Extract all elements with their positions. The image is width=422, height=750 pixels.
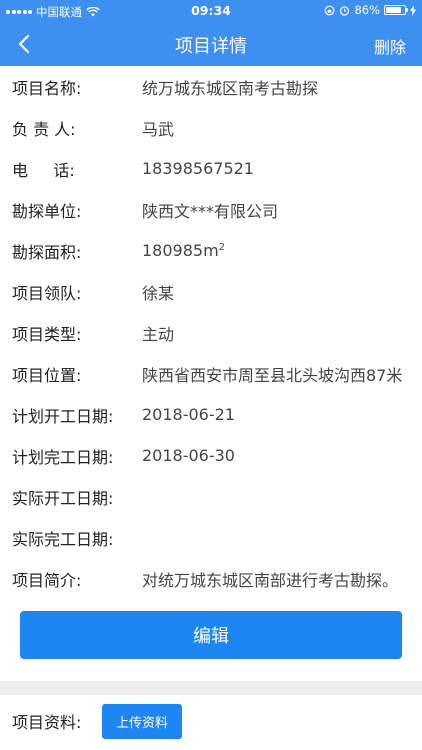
materials-row: 项目资料: 上传资料 (0, 699, 422, 743)
detail-row-unit: 勘探单位: 陕西文***有限公司 (12, 189, 410, 230)
phone-label: 电 话: (12, 160, 75, 180)
detail-row-team: 项目领队: 徐某 (12, 271, 410, 312)
plan-end-value: 2018-06-30 (142, 446, 235, 465)
detail-row-plan-end: 计划完工日期: 2018-06-30 (12, 435, 410, 476)
charging-icon (410, 4, 416, 16)
intro-value: 对统万城东城区南部进行考古勘探。 (142, 570, 399, 590)
plan-start-value: 2018-06-21 (142, 405, 235, 424)
edit-wrap: 编辑 (0, 611, 422, 659)
area-label: 勘探面积: (12, 242, 82, 262)
team-value: 徐某 (142, 283, 175, 303)
area-superscript: 2 (218, 242, 226, 253)
top-bar: 中国联通 09:34 86% 项目详情 删除 (0, 0, 422, 66)
detail-row-location: 项目位置: 陕西省西安市周至县北头坡沟西87米 (12, 353, 410, 394)
status-bar: 中国联通 09:34 86% (0, 0, 422, 22)
area-value: 180985m2 (142, 241, 225, 260)
materials-label: 项目资料: (12, 713, 82, 732)
location-value: 陕西省西安市周至县北头坡沟西87米 (142, 365, 403, 385)
detail-row-area: 勘探面积: 180985m2 (12, 230, 410, 271)
plan-start-label: 计划开工日期: (12, 406, 114, 426)
name-value: 统万城东城区南考古勘探 (142, 78, 319, 98)
status-right: 86% (324, 3, 416, 17)
actual-end-label: 实际完工日期: (12, 529, 114, 549)
actual-start-label: 实际开工日期: (12, 488, 114, 508)
section-divider (0, 681, 422, 695)
plan-end-label: 计划完工日期: (12, 447, 114, 467)
battery-percent: 86% (354, 3, 380, 17)
detail-row-phone: 电 话: 18398567521 (12, 148, 410, 189)
unit-label: 勘探单位: (12, 201, 82, 221)
rotation-lock-icon (325, 5, 335, 15)
edit-button[interactable]: 编辑 (20, 611, 402, 659)
battery-icon (384, 5, 408, 15)
detail-row-leader: 负 责 人: 马武 (12, 107, 410, 148)
phone-value[interactable]: 18398567521 (142, 159, 254, 178)
nav-bar: 项目详情 删除 (0, 22, 422, 66)
detail-row-intro: 项目简介: 对统万城东城区南部进行考古勘探。 (12, 558, 410, 599)
page-title: 项目详情 (175, 36, 247, 57)
detail-row-plan-start: 计划开工日期: 2018-06-21 (12, 394, 410, 435)
detail-row-type: 项目类型: 主动 (12, 312, 410, 353)
upload-materials-button[interactable]: 上传资料 (102, 703, 183, 739)
type-value: 主动 (142, 324, 175, 344)
name-label: 项目名称: (12, 78, 82, 98)
project-details: 项目名称: 统万城东城区南考古勘探 负 责 人: 马武 电 话: 1839856… (0, 66, 422, 599)
area-number: 180985m (142, 241, 219, 260)
unit-value: 陕西文***有限公司 (142, 201, 279, 221)
delete-button[interactable]: 删除 (374, 34, 406, 58)
detail-row-actual-end: 实际完工日期: (12, 517, 410, 558)
type-label: 项目类型: (12, 324, 82, 344)
leader-label: 负 责 人: (12, 119, 76, 139)
leader-value: 马武 (142, 119, 175, 139)
intro-label: 项目简介: (12, 570, 82, 590)
alarm-icon (340, 5, 350, 16)
location-label: 项目位置: (12, 365, 82, 385)
detail-row-name: 项目名称: 统万城东城区南考古勘探 (12, 66, 410, 107)
team-label: 项目领队: (12, 283, 82, 303)
detail-row-actual-start: 实际开工日期: (12, 476, 410, 517)
